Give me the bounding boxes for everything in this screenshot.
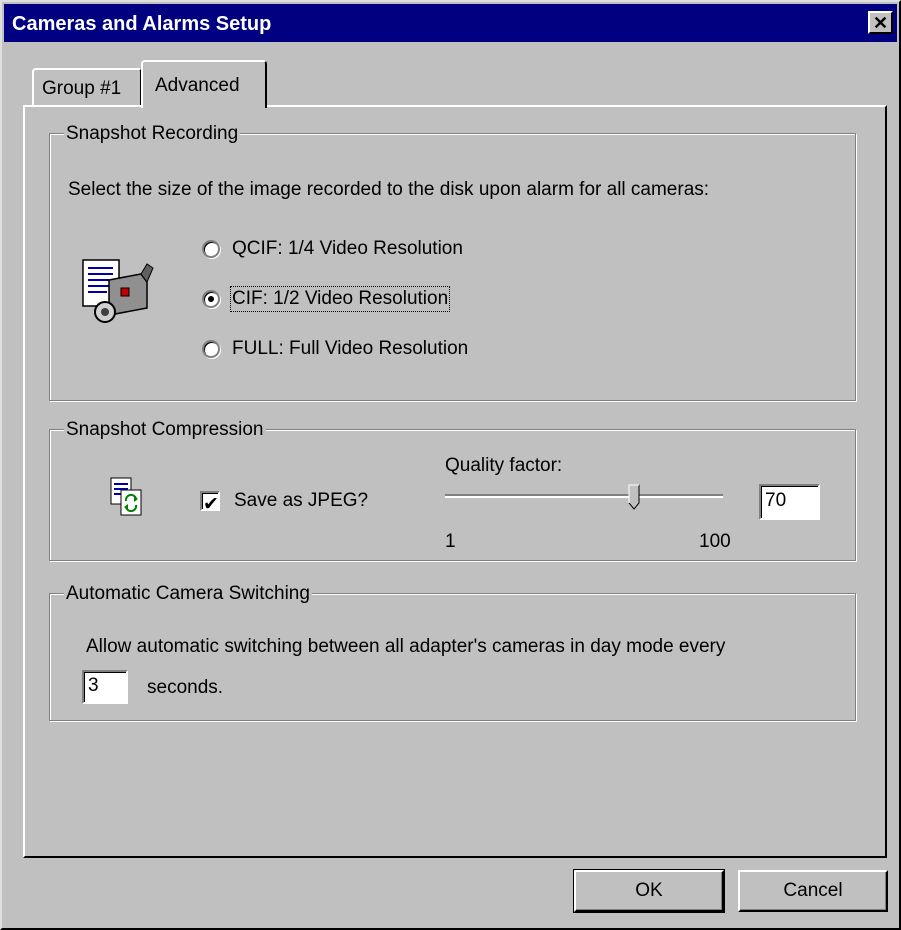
tab-advanced[interactable]: Advanced <box>141 60 267 108</box>
cancel-button-label: Cancel <box>783 880 843 901</box>
radio-cif[interactable] <box>202 290 220 308</box>
tab-group-1[interactable]: Group #1 <box>32 68 142 106</box>
quality-slider-track[interactable] <box>445 494 723 498</box>
checkmark-icon: ✔ <box>203 494 219 515</box>
cancel-button[interactable]: Cancel <box>738 870 888 912</box>
camera-switching-legend: Automatic Camera Switching <box>64 583 312 605</box>
close-button[interactable]: ✕ <box>868 11 893 34</box>
switch-interval-input[interactable]: 3 <box>82 670 128 704</box>
radio-qcif[interactable] <box>202 240 220 258</box>
save-jpeg-label[interactable]: Save as JPEG? <box>234 490 368 512</box>
tab-advanced-label: Advanced <box>155 75 240 96</box>
ok-button-label: OK <box>635 880 663 901</box>
slider-min-label: 1 <box>445 531 456 552</box>
snapshot-compression-legend: Snapshot Compression <box>64 419 266 441</box>
snapshot-recording-group <box>49 133 856 401</box>
radio-cif-label[interactable]: CIF: 1/2 Video Resolution <box>229 286 451 312</box>
quality-value-input[interactable]: 70 <box>759 484 820 520</box>
close-icon: ✕ <box>872 12 889 33</box>
radio-qcif-label[interactable]: QCIF: 1/4 Video Resolution <box>232 238 463 260</box>
camera-switching-description: Allow automatic switching between all ad… <box>86 636 726 657</box>
quality-slider-thumb[interactable] <box>628 484 640 510</box>
ok-button[interactable]: OK <box>573 869 725 913</box>
seconds-label: seconds. <box>147 677 224 698</box>
radio-full-label[interactable]: FULL: Full Video Resolution <box>232 338 468 360</box>
slider-max-label: 100 <box>699 531 731 552</box>
dialog-window: Cameras and Alarms Setup ✕ Group #1 Adva… <box>0 0 901 930</box>
tab-group-1-label: Group #1 <box>42 78 122 99</box>
title-bar[interactable]: Cameras and Alarms Setup ✕ <box>4 4 897 42</box>
quality-factor-label: Quality factor: <box>445 455 563 476</box>
save-jpeg-checkbox[interactable]: ✔ <box>200 491 220 515</box>
snapshot-recording-legend: Snapshot Recording <box>64 123 241 145</box>
snapshot-recording-description: Select the size of the image recorded to… <box>68 179 710 200</box>
window-title: Cameras and Alarms Setup <box>12 13 272 35</box>
video-camera-icon <box>82 259 154 323</box>
radio-full[interactable] <box>202 340 220 358</box>
file-convert-icon <box>110 477 142 516</box>
